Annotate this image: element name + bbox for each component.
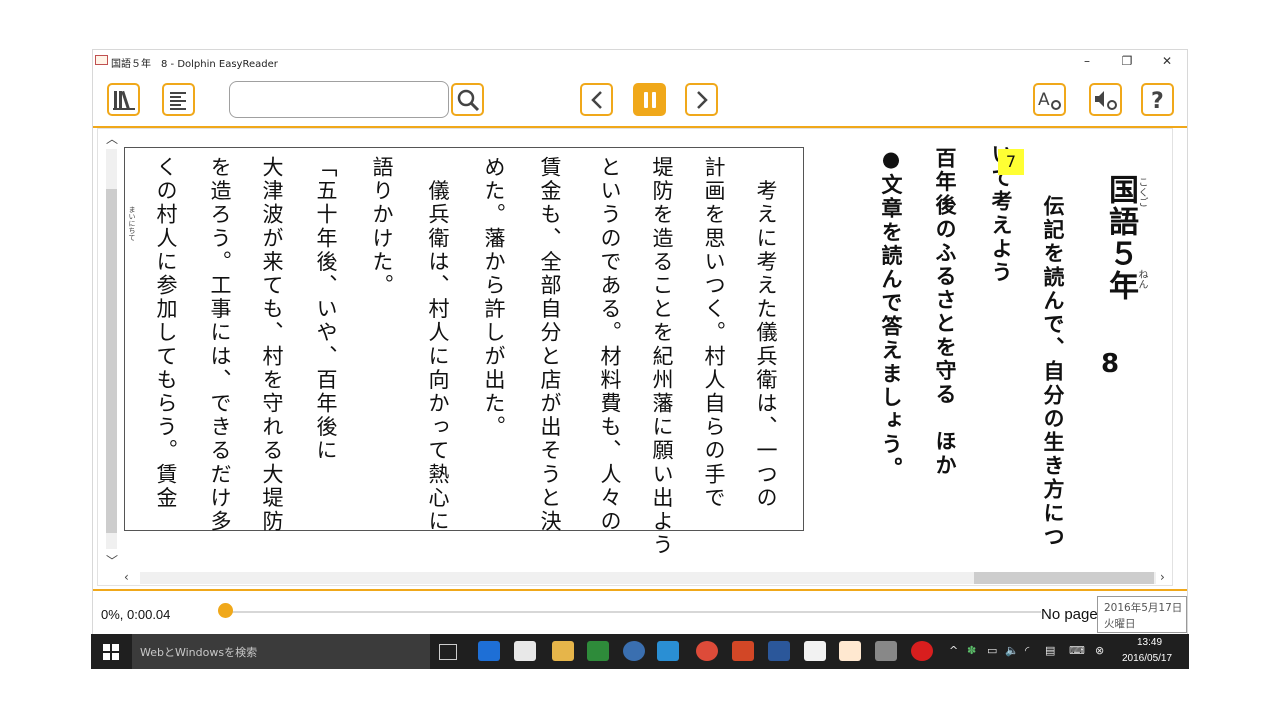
svg-text:A: A (1038, 90, 1050, 110)
easyreader-taskbar-icon[interactable] (839, 641, 861, 661)
passage-column: 賃金も、全部自分と店が出そうと決 (538, 156, 562, 534)
status-bar: 0%, 0:00.04 No page (93, 589, 1187, 635)
passage-column: 語りかけた。 (370, 156, 394, 298)
intro-column: 伝記を読んで、自分の生き方につ (1041, 195, 1065, 549)
text-settings-button[interactable]: A (1033, 83, 1066, 116)
section-number-badge: 7 (998, 149, 1024, 175)
svg-text:?: ? (1151, 89, 1164, 112)
word-icon[interactable] (768, 641, 790, 661)
camera-icon[interactable] (875, 641, 897, 661)
passage-column: 計画を思いつく。村人自らの手で (702, 156, 726, 510)
progress-slider-thumb[interactable] (218, 603, 233, 618)
title-ruby: こくご (1136, 177, 1147, 207)
app-book-icon (95, 55, 108, 65)
page-label: No page (1041, 606, 1098, 623)
title-bar: 国語５年 8 - Dolphin EasyReader – ❐ ✕ (93, 50, 1187, 74)
search-input[interactable] (236, 85, 445, 116)
tooltip-weekday: 火曜日 (1104, 618, 1136, 630)
ruby-annotation: まいにちて (128, 206, 136, 241)
intro-column: 百年後のふるさとを守る ほか (933, 147, 957, 478)
next-button[interactable] (685, 83, 718, 116)
store-icon[interactable] (514, 641, 536, 661)
close-button[interactable]: ✕ (1147, 50, 1187, 74)
scroll-thumb[interactable] (974, 572, 1154, 584)
help-icon: ? (1151, 89, 1164, 112)
intro-column: ●文章を読んで答えましょう。 (879, 147, 903, 481)
edge-browser-icon[interactable] (478, 641, 500, 661)
page-number: 8 (1101, 349, 1120, 379)
horizontal-scrollbar[interactable]: ‹ › (124, 570, 1170, 585)
year-ruby: ねん (1136, 269, 1147, 289)
skype-icon[interactable] (657, 641, 679, 661)
help-button[interactable]: ? (1141, 83, 1174, 116)
passage-column: くの村人に参加してもらう。賃金 (154, 156, 178, 510)
date-tooltip: 2016年5月17日 火曜日 (1097, 596, 1187, 633)
progress-readout: 0%, 0:00.04 (101, 607, 171, 622)
search-box (229, 81, 449, 118)
scroll-right-icon[interactable]: › (1160, 571, 1165, 583)
minimize-button[interactable]: – (1067, 50, 1107, 74)
reading-area: ︿ ﹀ 考えに考えた儀兵衛は、一つの 計画を思いつく。村人自らの手で 堤防を造る… (97, 128, 1173, 586)
chrome-icon[interactable] (696, 641, 718, 661)
passage-column: 大津波が来ても、村を守れる大堤防 (260, 156, 284, 534)
table-of-contents-icon (169, 91, 186, 110)
clock-time[interactable]: 13:49 (1137, 637, 1162, 648)
battery-icon[interactable]: ▭ (987, 644, 997, 657)
taskbar-search-placeholder: WebとWindowsを検索 (140, 646, 258, 659)
window-title: 国語５年 8 - Dolphin EasyReader (111, 59, 278, 70)
passage-column: 儀兵衛は、村人に向かって熱心に (426, 156, 450, 534)
windows-logo-icon (103, 643, 119, 660)
audio-settings-button[interactable] (1089, 83, 1122, 116)
audio-settings-icon (1094, 90, 1117, 110)
scroll-down-icon[interactable]: ﹀ (106, 555, 118, 567)
taskbar-search-box[interactable]: WebとWindowsを検索 (132, 634, 430, 669)
info-app-icon[interactable] (623, 641, 645, 661)
passage-column: 堤防を造ることを紀州藩に願い出よう (650, 156, 674, 558)
keyboard-icon[interactable]: ⌨ (1069, 644, 1085, 657)
passage-column: 「五十年後、いや、百年後に (314, 156, 338, 463)
pause-icon (643, 91, 656, 108)
green-app-icon[interactable] (587, 641, 609, 661)
record-icon[interactable] (911, 641, 933, 661)
text-settings-icon: A (1038, 90, 1061, 110)
photos-icon[interactable] (804, 641, 826, 661)
next-icon (696, 90, 708, 109)
notifications-icon[interactable]: ▤ (1045, 644, 1055, 657)
pause-button[interactable] (633, 83, 666, 116)
toolbar: A ? (93, 76, 1187, 128)
vertical-scrollbar[interactable]: ︿ ﹀ (104, 131, 118, 567)
powerpoint-icon[interactable] (732, 641, 754, 661)
volume-icon[interactable]: 🔈 (1005, 644, 1019, 657)
wifi-icon[interactable]: ◜ (1025, 644, 1029, 657)
passage-column: めた。藩から許しが出た。 (482, 156, 506, 440)
windows-taskbar: WebとWindowsを検索 ^ ✽ ▭ 🔈 ◜ ▤ ⌨ ⊗ 13:49 201… (91, 634, 1189, 669)
scroll-left-icon[interactable]: ‹ (124, 571, 129, 583)
previous-icon (590, 90, 602, 109)
previous-button[interactable] (580, 83, 613, 116)
scroll-up-icon[interactable]: ︿ (106, 133, 118, 145)
passage-column: を造ろう。工事には、できるだけ多 (208, 156, 232, 534)
file-explorer-icon[interactable] (552, 641, 574, 661)
tray-app-icon[interactable]: ✽ (967, 644, 976, 657)
task-view-icon[interactable] (439, 644, 457, 660)
passage-frame: 考えに考えた儀兵衛は、一つの 計画を思いつく。村人自らの手で 堤防を造ることを紀… (124, 147, 804, 557)
search-icon (457, 89, 479, 111)
restore-button[interactable]: ❐ (1107, 50, 1147, 74)
bookshelf-button[interactable] (107, 83, 140, 116)
ime-icon[interactable]: ⊗ (1095, 644, 1104, 657)
table-of-contents-button[interactable] (162, 83, 195, 116)
passage-column: というのである。材料費も、人々の (598, 156, 622, 534)
tooltip-date: 2016年5月17日 (1104, 602, 1183, 614)
start-button[interactable] (91, 634, 131, 669)
scroll-thumb[interactable] (106, 189, 117, 533)
tray-overflow-icon[interactable]: ^ (949, 644, 958, 657)
app-window: 国語５年 8 - Dolphin EasyReader – ❐ ✕ A ? ︿ … (92, 49, 1188, 635)
clock-date[interactable]: 2016/05/17 (1122, 653, 1172, 664)
bookshelf-icon (112, 90, 135, 110)
progress-track[interactable] (225, 611, 1041, 613)
passage-column: 考えに考えた儀兵衛は、一つの (754, 156, 778, 510)
search-button[interactable] (451, 83, 484, 116)
